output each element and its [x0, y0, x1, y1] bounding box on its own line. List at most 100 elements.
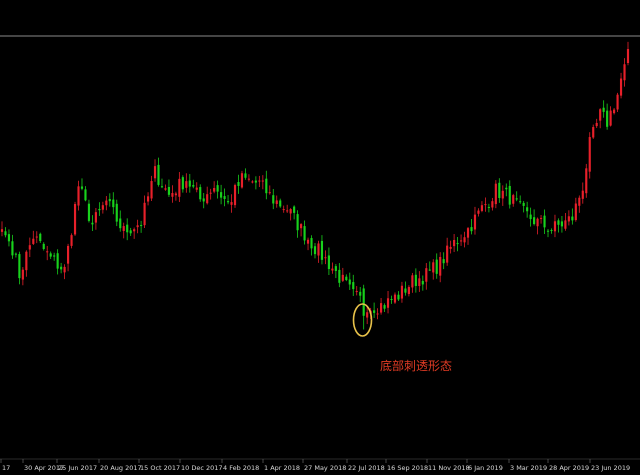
candle-down [602, 107, 605, 112]
candle-up [146, 196, 150, 202]
candle-down [84, 189, 87, 201]
candle-down [11, 241, 14, 256]
candle-up [539, 217, 543, 219]
candle-up [101, 205, 104, 210]
candle-up [386, 298, 390, 308]
candle-down [571, 216, 574, 221]
candle-up [230, 202, 233, 205]
candle-up [164, 188, 167, 190]
candle-up [366, 312, 369, 318]
candle-up [592, 127, 595, 138]
candle-up [185, 181, 188, 188]
candle-up [240, 173, 244, 188]
candle-up [432, 262, 435, 273]
candlestick-chart: 底部刺透形态 17 30 Apr 201725 Jun 2017 20 Aug 20… [0, 0, 640, 475]
candle-up [28, 245, 31, 250]
candle-down [498, 182, 501, 199]
candle-down [80, 186, 84, 189]
candle-up [446, 245, 449, 263]
candle-up [407, 287, 410, 295]
candle-up [324, 257, 327, 259]
candle-down [338, 269, 341, 283]
x-tick-label: 20 Aug 2017 [100, 464, 142, 472]
candle-down [522, 202, 525, 206]
candle-up [209, 192, 212, 194]
candle-down [126, 224, 129, 233]
candle-up [581, 190, 584, 199]
candle-up [282, 209, 285, 211]
candle-up [411, 275, 414, 288]
candle-down [60, 266, 63, 270]
candle-up [463, 237, 466, 243]
candle-up [21, 269, 24, 280]
x-tick-label: 3 Mar 2019 [510, 464, 547, 472]
candle-up [153, 166, 157, 179]
candle-up [174, 193, 177, 196]
candle-down [108, 199, 111, 202]
candle-down [91, 222, 94, 225]
candle-down [352, 282, 355, 290]
x-tick-label: 6 Jan 2019 [468, 464, 503, 472]
candle-up [178, 178, 181, 197]
candle-up [213, 188, 216, 192]
candle-down [470, 227, 473, 232]
candle-up [150, 181, 153, 199]
candle-down [404, 288, 407, 293]
candle-down [310, 238, 313, 249]
candle-down [140, 225, 143, 227]
candle-up [459, 240, 463, 242]
candle-up [477, 210, 480, 214]
candle-up [258, 180, 261, 182]
candle-up [317, 243, 320, 256]
candle-up [63, 266, 66, 273]
candle-down [533, 217, 536, 225]
candle-up [46, 251, 49, 253]
candle-up [480, 205, 484, 211]
candle-down [14, 253, 17, 255]
candle-down [435, 259, 438, 274]
candle-up [574, 203, 577, 221]
candle-up [567, 216, 570, 222]
candle-up [73, 203, 77, 235]
candle-down [199, 187, 202, 200]
candle-up [306, 239, 310, 244]
candle-up [341, 274, 344, 281]
candle-up [578, 197, 581, 206]
candle-down [87, 203, 91, 221]
candle-up [171, 193, 174, 197]
candle-down [226, 201, 230, 203]
candle-up [613, 109, 616, 114]
candle-up [484, 204, 487, 206]
candle-up [66, 245, 70, 264]
candle-down [334, 266, 337, 271]
candle-down [192, 185, 195, 187]
candle-down [223, 196, 226, 200]
candle-up [268, 192, 271, 194]
x-tick-label: 17 [2, 464, 10, 472]
candle-down [160, 186, 164, 188]
x-tick-label: 22 Jul 2018 [348, 464, 385, 472]
candle-down [7, 234, 11, 242]
candle-down [254, 180, 257, 183]
candle-up [379, 303, 383, 313]
candle-up [35, 236, 38, 238]
candle-down [49, 253, 52, 257]
candle-up [105, 200, 108, 206]
candle-down [543, 215, 546, 228]
candle-up [70, 235, 73, 246]
candle-down [606, 110, 609, 127]
candle-down [519, 201, 522, 203]
candle-down [362, 288, 365, 316]
candle-down [550, 229, 553, 231]
x-tick-label: 28 Apr 2019 [549, 464, 589, 472]
x-tick-label: 15 Oct 2017 [140, 464, 180, 472]
candle-down [414, 274, 417, 286]
candle-up [466, 228, 470, 238]
candle-up [491, 201, 494, 208]
candle-up [0, 229, 4, 232]
candle-up [585, 168, 588, 194]
candle-down [508, 185, 511, 205]
candle-down [39, 233, 42, 242]
x-tick-label: 4 Feb 2018 [223, 464, 259, 472]
candle-down [188, 180, 191, 187]
